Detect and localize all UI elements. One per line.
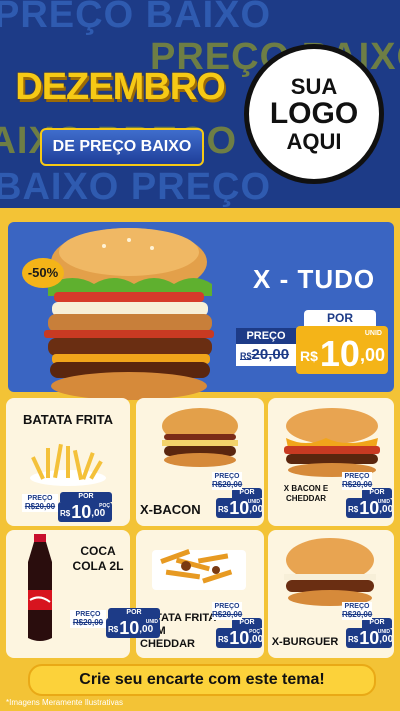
price-tag: POR PREÇO R$20,00 R$ 10,00 UNID bbox=[342, 602, 392, 648]
preco-label: PREÇO bbox=[236, 328, 296, 344]
new-price: R$ 10 ,00 UNID bbox=[296, 326, 388, 374]
price-tag: POR PREÇO R$20,00 R$ 10,00 UNID bbox=[70, 596, 160, 640]
logo-text: LOGO bbox=[269, 97, 359, 131]
product-name: X-BURGUER bbox=[271, 636, 339, 648]
cta-button[interactable]: Crie seu encarte com este tema! bbox=[28, 664, 376, 696]
burger-image bbox=[284, 408, 380, 477]
featured-card[interactable]: -50% X - TUDO POR PREÇO R$20,00 R$ 10 ,0… bbox=[8, 222, 394, 400]
burger-image bbox=[162, 408, 238, 467]
new-price: R$ 10,00 POÇ bbox=[216, 628, 262, 648]
price-tag: POR PREÇO R$20,00 R$ 10,00 POÇ bbox=[212, 602, 262, 648]
logo-text: SUA bbox=[290, 74, 338, 100]
price-tag: POR PREÇO R$20,00 R$ 10,00 UNID bbox=[342, 472, 392, 518]
old-price: R$20,00 bbox=[342, 610, 373, 620]
old-price: R$20,00 bbox=[70, 618, 106, 628]
burger-image bbox=[284, 538, 376, 606]
header-banner: PREÇO BAIXO PREÇO BAIXO BAIXO PREÇO BAIX… bbox=[0, 0, 400, 208]
old-price: R$20,00 bbox=[22, 502, 58, 512]
por-label: POR bbox=[304, 310, 376, 326]
por-label: POR bbox=[108, 608, 160, 618]
logo-placeholder[interactable]: SUA LOGO AQUI bbox=[244, 44, 384, 184]
menu-area: -50% X - TUDO POR PREÇO R$20,00 R$ 10 ,0… bbox=[0, 208, 400, 711]
footnote: *Imagens Meramente Ilustrativas bbox=[6, 698, 123, 707]
bg-text: PREÇO BAIXO bbox=[0, 0, 272, 36]
por-label: POR bbox=[60, 492, 112, 502]
product-name: BATATA FRITA bbox=[22, 412, 113, 427]
page-title: DEZEMBRO bbox=[15, 66, 225, 108]
price-tag: POR PREÇO R$20,00 R$ 10,00 POÇ bbox=[22, 480, 112, 524]
old-price: R$20,00 bbox=[212, 610, 243, 620]
old-price: R$20,00 bbox=[212, 480, 243, 490]
new-price: R$ 10,00 UNID bbox=[346, 498, 392, 518]
bottle-image bbox=[28, 534, 52, 641]
page-subtitle: DE PREÇO BAIXO bbox=[40, 128, 204, 166]
discount-badge: -50% bbox=[22, 258, 64, 288]
new-price: R$ 10,00 POÇ bbox=[58, 502, 112, 522]
old-price: R$20,00 bbox=[236, 344, 296, 366]
old-price: R$20,00 bbox=[342, 480, 373, 490]
fries-cheddar-image bbox=[152, 548, 246, 590]
new-price: R$ 10,00 UNID bbox=[106, 618, 160, 638]
price-tag: POR PREÇO R$20,00 R$ 10,00 UNID bbox=[212, 472, 262, 518]
new-price: R$ 10,00 UNID bbox=[216, 498, 262, 518]
burger-image bbox=[34, 222, 224, 404]
logo-text: AQUI bbox=[286, 128, 342, 154]
product-name: X BACON E CHEDDAR bbox=[283, 484, 329, 503]
product-name: X-BACON bbox=[140, 502, 201, 517]
bg-text: BAIXO PREÇO bbox=[0, 166, 272, 208]
product-name: COCA COLA 2L bbox=[72, 544, 124, 573]
new-price: R$ 10,00 UNID bbox=[346, 628, 392, 648]
fries-image bbox=[30, 443, 106, 486]
product-name: X - TUDO bbox=[253, 264, 376, 294]
